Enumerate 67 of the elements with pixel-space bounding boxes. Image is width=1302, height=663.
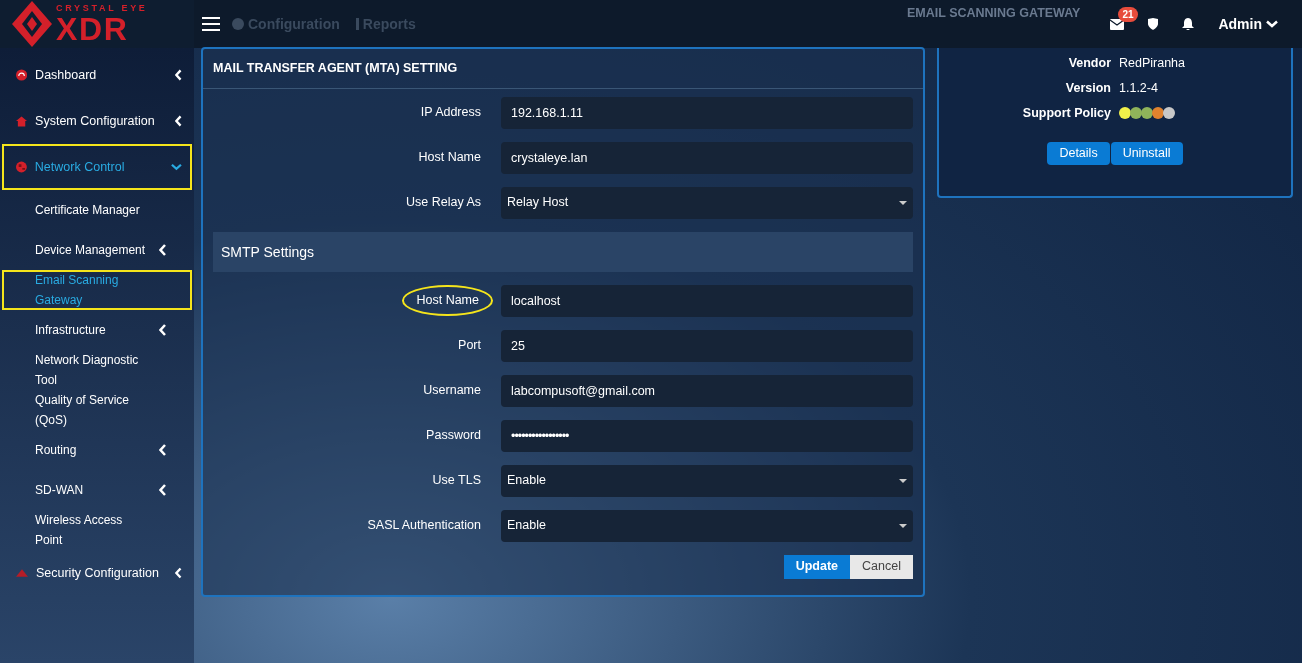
chevron-left-icon	[159, 324, 167, 336]
sidebar-item[interactable]: Email Scanning Gateway	[2, 270, 192, 310]
chevron-left-icon	[174, 567, 182, 579]
notification-badge: 21	[1118, 6, 1138, 22]
input-field[interactable]: localhost	[501, 284, 913, 317]
caret-icon	[899, 523, 907, 528]
info-label: Support Policy	[1021, 104, 1111, 122]
sidebar-item[interactable]: Security Configuration	[2, 550, 192, 596]
chevron-left-icon	[159, 244, 167, 256]
details-button[interactable]: Details	[1047, 142, 1110, 166]
sidebar-item[interactable]: Network Control	[2, 144, 192, 190]
field-label: Username	[422, 382, 482, 400]
sidebar-item[interactable]: Routing	[2, 430, 192, 470]
uninstall-button[interactable]: Uninstall	[1110, 142, 1183, 166]
input-field[interactable]: 192.168.1.11	[501, 96, 913, 129]
card-title: MAIL TRANSFER AGENT (MTA) SETTING	[203, 49, 923, 89]
sidebar-item[interactable]: System Configuration	[2, 98, 192, 144]
info-label: Vendor	[1067, 55, 1111, 72]
input-field[interactable]: •••••••••••••••••	[501, 419, 913, 452]
home-icon	[16, 115, 28, 127]
caret-icon	[899, 478, 907, 483]
info-value: 1.1.2-4	[1119, 79, 1158, 97]
chevron-left-icon	[174, 69, 182, 81]
chevron-left-icon	[159, 444, 167, 456]
sidebar-item[interactable]: Device Management	[2, 230, 192, 270]
sidebar-item[interactable]: Certificate Manager	[2, 190, 192, 230]
chevron-down-icon	[171, 163, 182, 171]
chevron-left-icon	[159, 484, 167, 496]
input-field[interactable]: crystaleye.lan	[501, 141, 913, 174]
logo-tagline: CRYSTAL EYE	[56, 3, 148, 13]
section-header: SMTP Settings	[213, 231, 913, 272]
cancel-button[interactable]: Cancel	[850, 554, 913, 579]
sidebar-item[interactable]: Dashboard	[2, 52, 192, 98]
globe-icon	[16, 161, 27, 173]
logo-wordmark: XDR	[56, 12, 129, 45]
select-field[interactable]: Enable	[501, 509, 913, 542]
field-label: Password	[425, 427, 482, 445]
info-label: Version	[1064, 79, 1111, 97]
info-value: RedPiranha	[1119, 55, 1185, 72]
shield-icon[interactable]	[1148, 18, 1159, 30]
chevron-down-icon	[1266, 20, 1278, 28]
update-button[interactable]: Update	[783, 554, 851, 579]
field-label: Use Relay As	[404, 194, 482, 212]
mail-icon[interactable]	[1110, 18, 1125, 30]
menu-icon[interactable]	[202, 17, 220, 31]
field-label: Use TLS	[431, 472, 482, 490]
warning-icon	[16, 569, 28, 577]
gauge-icon	[16, 69, 28, 81]
field-label: Port	[457, 337, 482, 355]
select-field[interactable]: Enable	[501, 464, 913, 497]
field-label: Host Name	[402, 285, 493, 317]
sidebar-item[interactable]: Wireless Access Point	[2, 510, 192, 550]
bell-icon[interactable]	[1182, 18, 1195, 30]
sidebar-item[interactable]: Quality of Service (QoS)	[2, 390, 192, 430]
panel-title-behind: EMAIL SCANNING GATEWAY	[907, 5, 1081, 22]
sidebar-item[interactable]: Network Diagnostic Tool	[2, 350, 192, 390]
chevron-left-icon	[174, 115, 182, 127]
field-label: Host Name	[417, 149, 482, 167]
input-field[interactable]: labcompusoft@gmail.com	[501, 374, 913, 407]
sidebar-item[interactable]: Infrastructure	[2, 310, 192, 350]
select-field[interactable]: Relay Host	[501, 186, 913, 219]
field-label: IP Address	[419, 104, 482, 122]
field-label: SASL Authentication	[366, 517, 482, 535]
sidebar-item[interactable]: SD-WAN	[2, 470, 192, 510]
user-menu[interactable]: Admin	[1218, 14, 1278, 34]
caret-icon	[899, 200, 907, 205]
input-field[interactable]: 25	[501, 329, 913, 362]
